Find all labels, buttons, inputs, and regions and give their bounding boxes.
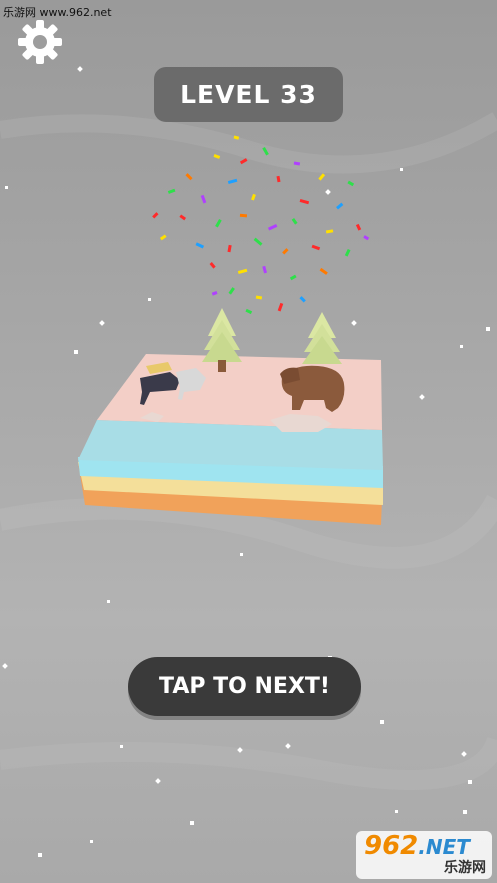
logo-number: 962 bbox=[364, 831, 419, 861]
game-screen: 乐游网 www.962.net LEVEL 33 TAP TO NEXT! 96… bbox=[0, 0, 497, 883]
site-logo: 962.NET 乐游网 bbox=[356, 831, 492, 879]
island bbox=[78, 308, 383, 525]
logo-subtitle: 乐游网 bbox=[444, 860, 486, 876]
tap-to-next-button[interactable]: TAP TO NEXT! bbox=[128, 657, 361, 716]
tree-right bbox=[302, 312, 342, 364]
logo-suffix: .NET bbox=[418, 835, 470, 859]
